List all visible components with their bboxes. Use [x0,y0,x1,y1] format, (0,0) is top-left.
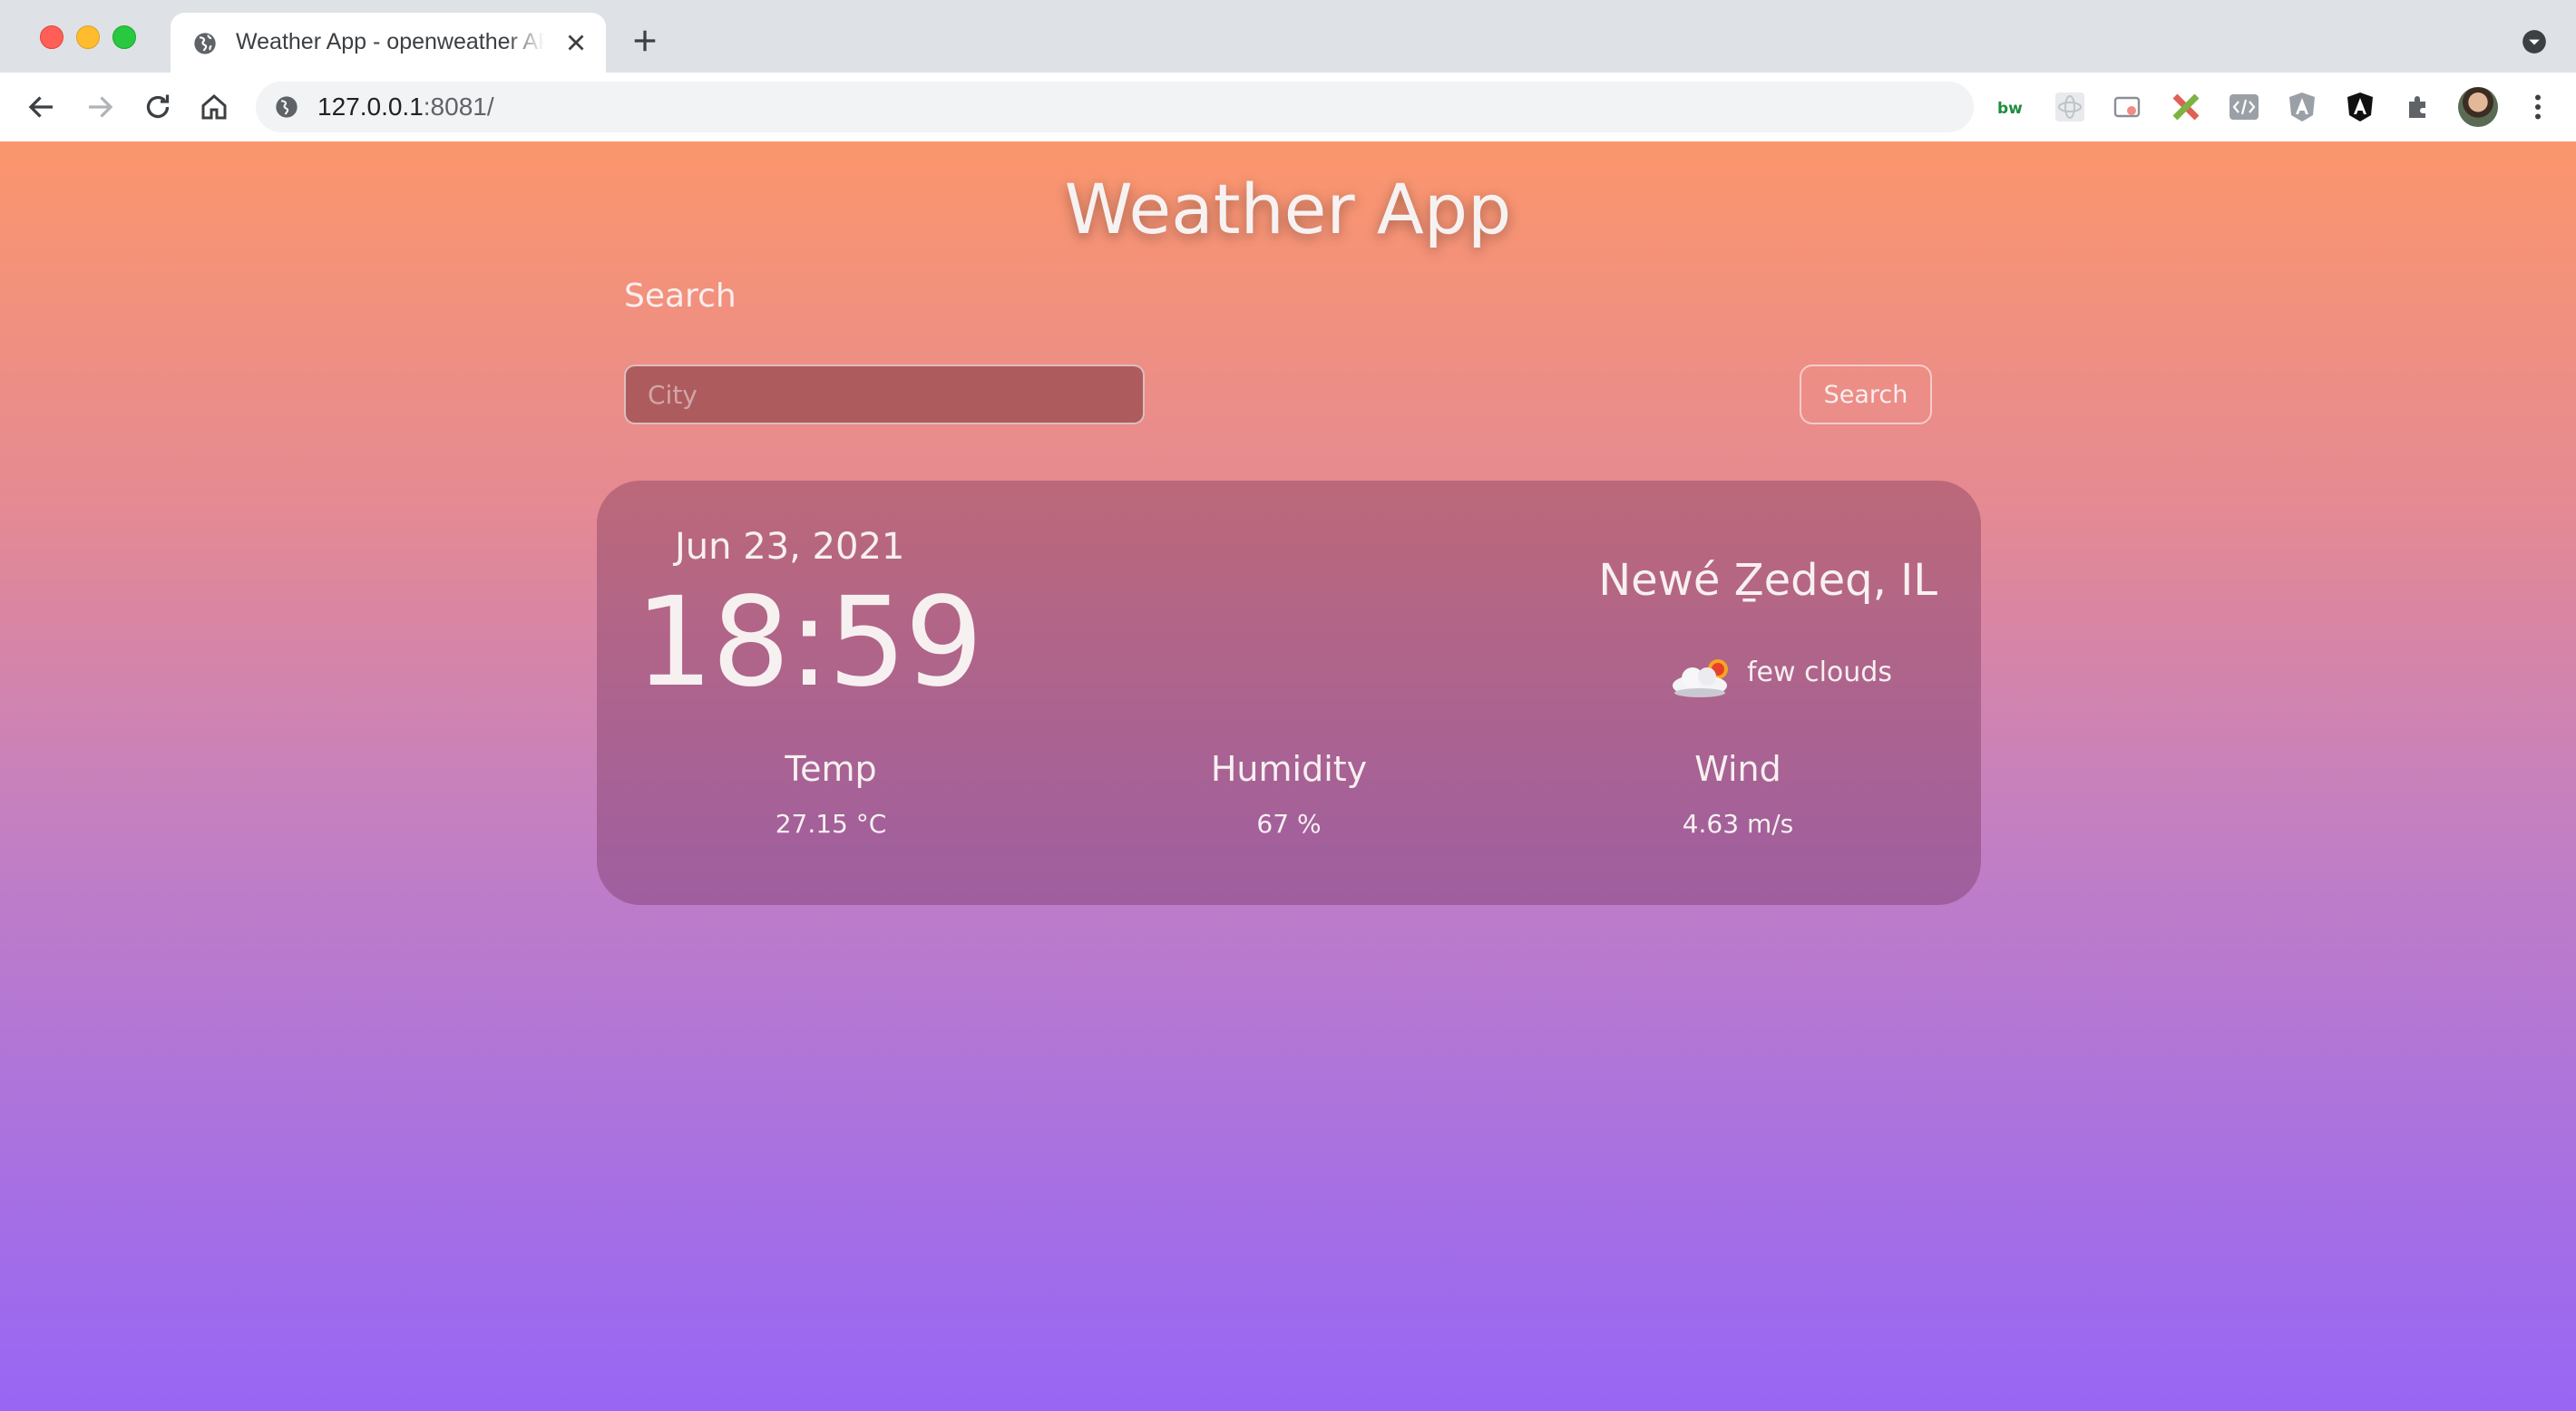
city-input[interactable] [624,365,1145,424]
minimize-window-button[interactable] [76,25,100,49]
screenshot-extension-icon[interactable] [2112,91,2144,123]
angular-extension-icon[interactable] [2286,91,2318,123]
date-text: Jun 23, 2021 [675,526,905,568]
stat-value: 4.63 m/s [1682,809,1794,839]
globe-icon[interactable] [274,94,299,120]
browser-toolbar: 127.0.0.1:8081/ bw [0,73,2576,143]
address-bar[interactable]: 127.0.0.1:8081/ [256,82,1974,132]
stat-value: 27.15 °C [775,809,887,839]
home-icon[interactable] [198,91,230,123]
maximize-window-button[interactable] [112,25,136,49]
close-window-button[interactable] [40,25,63,49]
browser-titlebar: Weather App - openweather API [0,0,2576,73]
weather-description: few clouds [1747,657,1892,688]
back-icon[interactable] [25,91,58,123]
menu-icon[interactable] [2522,91,2554,123]
react-extension-icon[interactable] [2054,91,2086,123]
close-icon[interactable] [562,29,590,56]
browser-tab[interactable]: Weather App - openweather API [171,13,606,73]
tab-title: Weather App - openweather API [236,29,544,54]
code-extension-icon[interactable] [2228,91,2260,123]
plus-icon[interactable] [631,27,659,54]
stat-value: 67 % [1256,809,1322,839]
bw-extension-icon[interactable]: bw [1995,91,2028,123]
page-title: Weather App [1064,169,1512,249]
stat-label: Temp [785,749,877,789]
stat-label: Humidity [1210,749,1368,789]
stat-label: Wind [1694,749,1781,789]
reload-icon[interactable] [141,91,174,123]
temp-stat: Temp 27.15 °C [668,749,994,839]
url-text: 127.0.0.1:8081/ [317,92,494,121]
wind-stat: Wind 4.63 m/s [1575,749,1901,839]
few-clouds-icon [1673,659,1728,697]
tab-search-icon[interactable] [2522,29,2547,54]
humidity-stat: Humidity 67 % [1126,749,1452,839]
page-viewport: Weather App Search Search Jun 23, 2021 1… [0,141,2576,1411]
city-name: Newé Ẕedeq, IL [1598,555,1937,606]
globe-icon [194,33,216,54]
extensions-icon[interactable] [2402,91,2435,123]
profile-avatar[interactable] [2458,87,2498,127]
tools-extension-icon[interactable] [2170,91,2202,123]
angular-devtools-icon[interactable] [2344,91,2376,123]
time-text: 18:59 [635,571,983,715]
weather-card: Jun 23, 2021 18:59 Newé Ẕedeq, IL few cl… [597,481,1981,905]
svg-text:bw: bw [1997,100,2023,118]
search-button[interactable]: Search [1800,365,1932,424]
search-label: Search [624,277,737,315]
forward-icon[interactable] [83,91,116,123]
